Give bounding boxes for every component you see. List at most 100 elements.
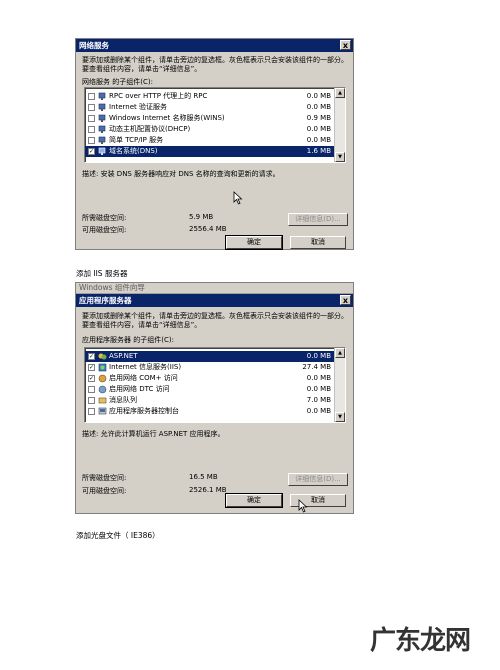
list-item[interactable]: Windows Internet 名称服务(WINS) 0.9 MB (85, 113, 345, 124)
scroll-down-icon[interactable]: ▼ (335, 412, 345, 422)
com-plus-icon (98, 374, 107, 383)
item-label: 简单 TCP/IP 服务 (109, 136, 164, 144)
mouse-cursor-icon (298, 499, 308, 513)
item-size: 27.4 MB (302, 363, 331, 371)
checkbox[interactable] (88, 104, 95, 111)
network-component-icon (98, 92, 106, 100)
required-space-label: 所需磁盘空间: (82, 214, 127, 222)
list-item[interactable]: ✓ 启用网络 COM+ 访问 0.0 MB (85, 373, 345, 384)
dialog-title-bar: 网络服务 x (76, 39, 353, 52)
close-icon[interactable]: x (340, 40, 351, 50)
details-button[interactable]: 详细信息(D)... (288, 473, 348, 486)
scroll-down-icon[interactable]: ▼ (335, 152, 345, 162)
item-label: 动态主机配置协议(DHCP) (109, 125, 191, 133)
subcomponents-label: 网络服务 的子组件(C): (82, 78, 153, 86)
application-server-dialog: Windows 组件向导 应用程序服务器 x 要添加或删除某个组件，请单击旁边的… (75, 282, 354, 514)
network-services-dialog: 网络服务 x 要添加或删除某个组件，请单击旁边的复选框。灰色框表示只会安装该组件… (75, 38, 354, 250)
caption-add-cd-files: 添加光盘文件（ IE386） (76, 531, 160, 540)
subcomponent-list[interactable]: ✓ ASP.NET 0.0 MB ✓ Internet 信息服务(IIS) 27… (84, 347, 346, 423)
list-item[interactable]: RPC over HTTP 代理上的 RPC 0.0 MB (85, 91, 345, 102)
network-component-icon (98, 136, 106, 144)
item-size: 0.0 MB (306, 385, 331, 393)
item-label: 域名系统(DNS) (109, 147, 158, 155)
item-size: 0.0 MB (306, 103, 331, 111)
description-text: 描述: 允许此计算机运行 ASP.NET 应用程序。 (82, 430, 225, 438)
scroll-up-icon[interactable]: ▲ (335, 348, 345, 358)
aspnet-icon (98, 353, 107, 360)
checkbox[interactable] (88, 386, 95, 393)
item-size: 1.6 MB (306, 147, 331, 155)
description-text: 描述: 安装 DNS 服务器响应对 DNS 名称的查询和更新的请求。 (82, 170, 280, 178)
network-component-icon (98, 103, 106, 111)
list-item[interactable]: 简单 TCP/IP 服务 0.0 MB (85, 135, 345, 146)
dialog-title: 应用程序服务器 (79, 296, 132, 305)
available-space-label: 可用磁盘空间: (82, 226, 127, 234)
item-size: 0.0 MB (306, 92, 331, 100)
checkbox[interactable] (88, 137, 95, 144)
caption-add-iis: 添加 IIS 服务器 (76, 269, 128, 278)
list-item-selected[interactable]: ✓ ASP.NET 0.0 MB (85, 351, 345, 362)
list-item[interactable]: 启用网络 DTC 访问 0.0 MB (85, 384, 345, 395)
network-component-icon (98, 147, 106, 155)
list-scrollbar[interactable]: ▲ ▼ (334, 348, 345, 422)
checkbox-checked[interactable]: ✓ (88, 353, 95, 360)
wizard-header-strip: Windows 组件向导 (76, 283, 353, 294)
checkbox-checked[interactable]: ✓ (88, 364, 95, 371)
item-size: 0.9 MB (306, 114, 331, 122)
dtc-icon (98, 385, 107, 394)
item-label: 启用网络 DTC 访问 (109, 385, 170, 393)
available-space-value: 2526.1 MB (189, 486, 227, 494)
watermark-logo: 广东龙网 (370, 626, 471, 656)
dialog-description: 要添加或删除某个组件，请单击旁边的复选框。灰色框表示只会安装该组件的一部分。要查… (82, 56, 348, 73)
item-label: 消息队列 (109, 396, 137, 404)
subcomponents-label: 应用程序服务器 的子组件(C): (82, 336, 174, 344)
dialog-title: 网络服务 (79, 41, 109, 50)
item-label: ASP.NET (109, 352, 138, 360)
checkbox[interactable] (88, 126, 95, 133)
available-space-value: 2556.4 MB (189, 225, 227, 233)
item-label: RPC over HTTP 代理上的 RPC (109, 92, 208, 100)
item-size: 0.0 MB (306, 374, 331, 382)
available-space-label: 可用磁盘空间: (82, 487, 127, 495)
list-scrollbar[interactable]: ▲ ▼ (334, 88, 345, 162)
checkbox[interactable] (88, 408, 95, 415)
required-space-label: 所需磁盘空间: (82, 474, 127, 482)
dialog-description: 要添加或删除某个组件，请单击旁边的复选框。灰色框表示只会安装该组件的一部分。要查… (82, 312, 348, 329)
subcomponent-list[interactable]: RPC over HTTP 代理上的 RPC 0.0 MB Internet 验… (84, 87, 346, 163)
list-item-selected[interactable]: ✓ 域名系统(DNS) 1.6 MB (85, 146, 345, 157)
close-icon[interactable]: x (340, 295, 351, 305)
item-size: 0.0 MB (306, 407, 331, 415)
checkbox[interactable] (88, 115, 95, 122)
item-label: 应用程序服务器控制台 (109, 407, 179, 415)
ok-button[interactable]: 确定 (225, 235, 283, 250)
cancel-button[interactable]: 取消 (290, 236, 346, 249)
server-console-icon (98, 407, 107, 415)
ok-button[interactable]: 确定 (225, 493, 283, 508)
wizard-title: Windows 组件向导 (79, 283, 145, 292)
list-item[interactable]: 消息队列 7.0 MB (85, 395, 345, 406)
list-item[interactable]: Internet 验证服务 0.0 MB (85, 102, 345, 113)
network-component-icon (98, 125, 106, 133)
item-size: 0.0 MB (306, 136, 331, 144)
list-item[interactable]: 应用程序服务器控制台 0.0 MB (85, 406, 345, 417)
iis-icon (98, 363, 107, 372)
message-queue-icon (98, 397, 107, 404)
list-item[interactable]: ✓ Internet 信息服务(IIS) 27.4 MB (85, 362, 345, 373)
required-space-value: 16.5 MB (189, 473, 218, 481)
checkbox[interactable] (88, 93, 95, 100)
checkbox[interactable] (88, 397, 95, 404)
item-size: 0.0 MB (306, 125, 331, 133)
item-size: 7.0 MB (306, 396, 331, 404)
item-label: Internet 信息服务(IIS) (109, 363, 182, 371)
item-label: Windows Internet 名称服务(WINS) (109, 114, 225, 122)
item-label: Internet 验证服务 (109, 103, 168, 111)
list-item[interactable]: 动态主机配置协议(DHCP) 0.0 MB (85, 124, 345, 135)
scroll-up-icon[interactable]: ▲ (335, 88, 345, 98)
details-button[interactable]: 详细信息(D)... (288, 213, 348, 226)
dialog-title-bar: 应用程序服务器 x (76, 294, 353, 307)
checkbox-checked[interactable]: ✓ (88, 375, 95, 382)
item-label: 启用网络 COM+ 访问 (109, 374, 178, 382)
item-size: 0.0 MB (306, 352, 331, 360)
checkbox-checked[interactable]: ✓ (88, 148, 95, 155)
required-space-value: 5.9 MB (189, 213, 214, 221)
